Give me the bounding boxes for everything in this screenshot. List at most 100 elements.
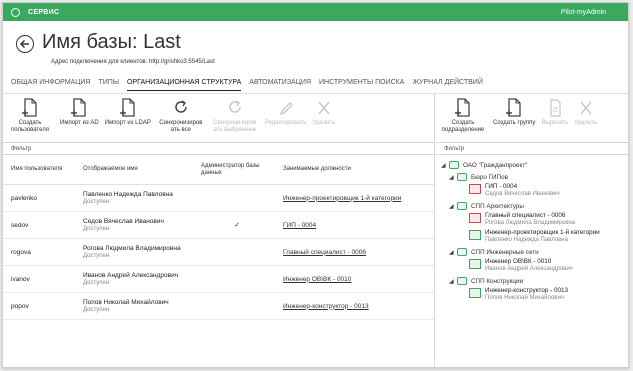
left_toolbar-button-1[interactable]: Импорт из AD (57, 98, 102, 127)
cell-admin-check[interactable]: ✓ (193, 221, 273, 229)
toolbar-button-label: Создать пользователя (11, 120, 49, 133)
cell-position-link[interactable]: Инженер-проектировщик 1-й категории (273, 195, 434, 202)
position-person: Рогова Людмила Владимировна (485, 220, 576, 226)
tree-node-arch[interactable]: ◢ СПП Архитектуры (436, 200, 628, 212)
expand-arrow-icon[interactable]: ◢ (441, 162, 449, 169)
app-window: СЕРВИС Pilot-myAdmin Имя базы: Last Адре… (2, 2, 629, 368)
left_toolbar-button-4[interactable]: Синхронизиров ать выбранные (208, 98, 262, 134)
position-icon (469, 259, 481, 269)
user-status: Доступен (83, 307, 110, 313)
tree-position-chief-specialist[interactable]: Главный специалист - 0006 Рогова Людмила… (436, 212, 628, 227)
toolbar-button-label: Создать группу (493, 120, 536, 126)
user-status: Доступен (83, 199, 110, 205)
user-name: Иванов Андрей Александрович (83, 272, 179, 279)
tree-position-design-engineer[interactable]: Инженер-проектировщик 1-й категории Павл… (436, 229, 628, 244)
column-header-login[interactable]: Имя пользователя (3, 166, 75, 173)
organization-icon (449, 161, 459, 169)
cell-display-name: Павленко Надежда Павловна Доступен (75, 191, 193, 205)
tab-3[interactable]: АВТОМАТИЗАЦИЯ (249, 79, 311, 91)
tree-node-label: ОАО "Гражданпроект" (463, 161, 528, 169)
cell-position-link[interactable]: ГИП - 0004 (273, 222, 434, 229)
column-header-display-name[interactable]: Отображаемое имя (75, 166, 193, 173)
tab-bar: ОБЩАЯ ИНФОРМАЦИЯ ТИПЫ ОРГАНИЗАЦИОННАЯ СТРУ… (11, 79, 620, 91)
expand-arrow-icon[interactable]: ◢ (449, 174, 457, 181)
table-row[interactable]: popov Попов Николай Михайлович Доступен Инж… (3, 293, 434, 320)
cut-icon (544, 98, 566, 118)
left_toolbar-button-5[interactable]: Редактировать (262, 98, 309, 127)
cell-login: popov (11, 302, 29, 310)
tree-node-label: СПП Инженерные сети (471, 248, 539, 256)
table-row[interactable]: ivanov Иванов Андрей Александрович Доступе… (3, 266, 434, 293)
toolbar-button-label: Вырезать (541, 120, 569, 126)
tab-1[interactable]: ТИПЫ (98, 79, 119, 91)
org-toolbar: Создать подразделение Создать группу Вырез… (436, 94, 628, 142)
current-user[interactable]: Pilot-myAdmin (561, 9, 606, 16)
tree-position-gip[interactable]: ГИП - 0004 Седов Вячеслав Иванович (436, 183, 628, 198)
toolbar-button-label: Создать подразделение (441, 120, 485, 133)
cell-position-link[interactable]: Инженер-конструктор - 0013 (273, 303, 434, 310)
left_toolbar-button-0[interactable]: Создать пользователя (3, 98, 57, 134)
tree-position-hvac-engineer[interactable]: Инженер ОВ\ВК - 0010 Иванов Андрей Алекс… (436, 258, 628, 273)
page-title: Имя базы: Last (42, 31, 181, 53)
cell-position-link[interactable]: Главный специалист - 0006 (273, 249, 434, 256)
position-person: Попов Николай Михайлович (485, 295, 565, 301)
column-header-admin[interactable]: Администратор базы данных (193, 163, 273, 177)
table-row[interactable]: sedov Седов Вячеслав Иванович Доступен ✓ ГИП… (3, 212, 434, 239)
org-structure-pane: Создать подразделение Создать группу Вырез… (436, 94, 628, 367)
tab-2[interactable]: ОРГАНИЗАЦИОННАЯ СТРУКТУРА (127, 79, 242, 91)
expand-arrow-icon[interactable]: ◢ (449, 203, 457, 210)
department-icon (457, 202, 467, 210)
toolbar-button-label: Синхронизиров ать выбранные (213, 120, 257, 133)
user-name: Павленко Надежда Павловна (83, 191, 173, 198)
expand-arrow-icon[interactable]: ◢ (449, 249, 457, 256)
tree-node-eng[interactable]: ◢ СПП Инженерные сети (436, 246, 628, 258)
left_toolbar-button-3[interactable]: Синхронизиров ать все (154, 98, 208, 134)
connection-address: Адрес подключения для клиентов: http://g… (51, 59, 215, 65)
right_toolbar-button-0[interactable]: Создать подразделение (436, 98, 490, 134)
close-icon (313, 98, 335, 118)
tab-0[interactable]: ОБЩАЯ ИНФОРМАЦИЯ (11, 79, 90, 91)
tree-node-constr[interactable]: ◢ СПП Конструкции (436, 275, 628, 287)
back-arrow-icon[interactable] (16, 35, 34, 53)
tree-position-structural-engineer[interactable]: Инженер-конструктор - 0013 Попов Николай… (436, 287, 628, 302)
tab-5[interactable]: ЖУРНАЛ ДЕЙСТВИЙ (412, 79, 482, 91)
left_toolbar-button-6[interactable]: Удалить (309, 98, 338, 127)
gear-icon[interactable] (11, 7, 20, 17)
right_toolbar-button-3[interactable]: Удалить (571, 98, 600, 127)
cell-display-name: Седов Вячеслав Иванович Доступен (75, 218, 193, 232)
toolbar-button-label: Удалить (312, 120, 336, 126)
user-name: Рогова Людмила Владимировна (83, 245, 181, 252)
users-filter-input[interactable]: Фильтр (3, 142, 434, 155)
right_toolbar-button-1[interactable]: Создать группу (490, 98, 538, 127)
column-header-positions[interactable]: Занимаемые должности (273, 166, 434, 173)
pencil-icon (275, 98, 297, 118)
tree-node-root[interactable]: ◢ ОАО "Гражданпроект" (436, 159, 628, 171)
add-document-icon (68, 98, 90, 118)
position-title: Инженер ОВ\ВК - 0010 (485, 258, 552, 265)
table-row[interactable]: rogova Рогова Людмила Владимировна Доступе… (3, 239, 434, 266)
cell-display-name: Попов Николай Михайлович Доступен (75, 299, 193, 313)
users-table-body: pavlenko Павленко Надежда Павловна Доступе… (3, 185, 434, 320)
tab-4[interactable]: ИНСТРУМЕНТЫ ПОИСКА (319, 79, 404, 91)
toolbar-button-label: Импорт из LDAP (104, 120, 151, 126)
cell-login: rogova (11, 248, 31, 256)
add-document-icon (117, 98, 139, 118)
department-icon (457, 173, 467, 181)
position-person: Иванов Андрей Александрович (485, 266, 573, 272)
add-document-icon (19, 98, 41, 118)
add-document-icon (503, 98, 525, 118)
left_toolbar-button-2[interactable]: Импорт из LDAP (102, 98, 154, 127)
position-icon (469, 230, 481, 240)
expand-arrow-icon[interactable]: ◢ (449, 278, 457, 285)
title-bar: СЕРВИС Pilot-myAdmin (3, 3, 628, 21)
tree-node-bureau[interactable]: ◢ Бюро ГИПов (436, 171, 628, 183)
org-filter-input[interactable]: Фильтр (436, 142, 628, 155)
cell-position-link[interactable]: Инженер ОВ\ВК - 0010 (273, 276, 434, 283)
right_toolbar-button-2[interactable]: Вырезать (538, 98, 571, 127)
position-person: Павленко Надежда Павловна (485, 237, 568, 243)
add-document-icon (452, 98, 474, 118)
toolbar-button-label: Импорт из AD (60, 120, 99, 126)
table-row[interactable]: pavlenko Павленко Надежда Павловна Доступе… (3, 185, 434, 212)
position-title: Главный специалист - 0006 (485, 212, 566, 219)
tree-node-label: Бюро ГИПов (471, 173, 508, 181)
